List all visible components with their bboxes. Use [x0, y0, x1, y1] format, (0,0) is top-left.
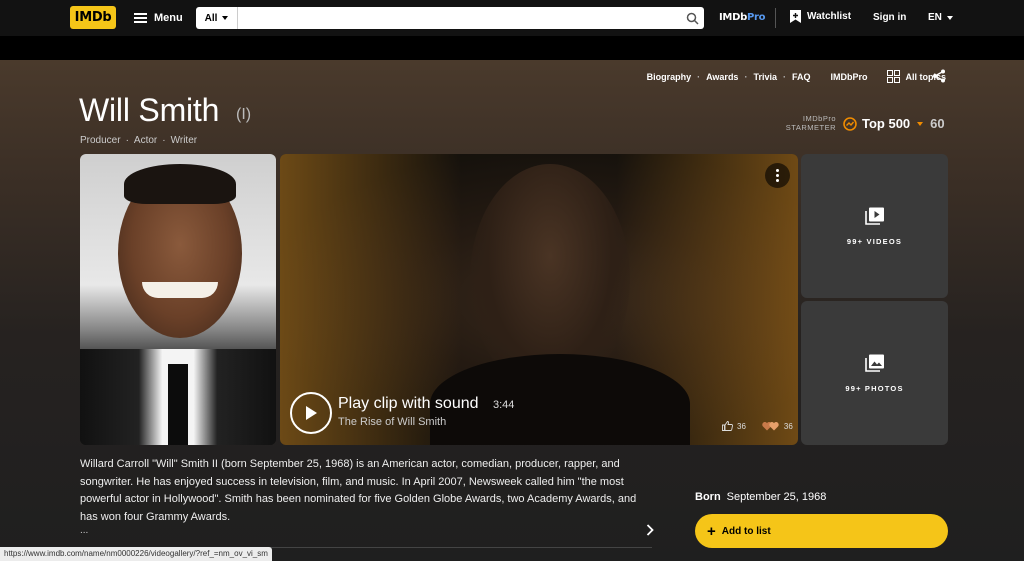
- role-item: Producer: [80, 135, 121, 146]
- chevron-right-icon[interactable]: [645, 523, 655, 537]
- add-to-list-button[interactable]: + Add to list: [695, 514, 948, 548]
- separator-dot: ·: [125, 135, 129, 146]
- watchlist-icon: [790, 10, 801, 23]
- name-disambiguator: (I): [236, 106, 252, 123]
- hearts-count: 36: [783, 421, 793, 431]
- video-duration: 3:44: [493, 399, 515, 411]
- imdbpro-a: IMDb: [719, 12, 747, 23]
- grid-icon: [887, 70, 901, 83]
- photo-library-icon: [864, 354, 884, 372]
- play-icon: [306, 406, 317, 420]
- photos-tile[interactable]: 99+ PHOTOS: [801, 301, 948, 445]
- videos-tile[interactable]: 99+ VIDEOS: [801, 154, 948, 298]
- top-navbar: IMDb Menu All IMDbPro Watchlist Sign in …: [0, 0, 1024, 36]
- video-reactions: 36 36: [722, 421, 793, 431]
- starmeter-value[interactable]: Top 500 60: [843, 116, 945, 131]
- bio-text[interactable]: Willard Carroll "Will" Smith II (born Se…: [80, 456, 650, 526]
- photos-tile-label: 99+ PHOTOS: [845, 383, 904, 393]
- starmeter-change: 60: [930, 116, 945, 131]
- starmeter-rank: Top 500: [862, 116, 911, 131]
- caret-down-icon: [946, 15, 953, 20]
- starmeter-label: IMDbPro STARMETER: [770, 114, 836, 132]
- sign-in-link[interactable]: Sign in: [873, 12, 906, 23]
- watchlist-button[interactable]: Watchlist: [790, 10, 851, 23]
- heart-reaction-icon[interactable]: [762, 421, 780, 431]
- rank-down-icon: [917, 121, 924, 126]
- share-icon[interactable]: [932, 69, 946, 83]
- roles-list: Producer · Actor · Writer: [80, 135, 197, 146]
- subnav-biography[interactable]: Biography: [647, 72, 692, 82]
- imdb-logo[interactable]: IMDb: [70, 6, 116, 29]
- role-item: Actor: [133, 135, 158, 146]
- bio-ellipsis: ...: [80, 525, 89, 536]
- separator-dot: ·: [697, 71, 701, 82]
- language-selector[interactable]: EN: [928, 12, 953, 23]
- born-date: September 25, 1968: [726, 491, 827, 503]
- browser-status-url: https://www.imdb.com/name/nm0000226/vide…: [0, 547, 272, 561]
- watchlist-label: Watchlist: [807, 11, 852, 22]
- hamburger-icon: [134, 13, 147, 23]
- section-subnav: Biography · Awards · Trivia · FAQ IMDbPr…: [647, 70, 946, 83]
- separator-dot: ·: [782, 71, 786, 82]
- imdbpro-b: Pro: [746, 12, 766, 23]
- search-bar: All: [196, 7, 704, 29]
- trending-icon: [843, 116, 857, 131]
- videos-tile-label: 99+ VIDEOS: [846, 236, 903, 246]
- add-to-list-label: Add to list: [721, 525, 771, 537]
- video-subtitle: The Rise of Will Smith: [338, 416, 447, 428]
- starmeter-label-line2: STARMETER: [785, 123, 836, 132]
- video-library-icon: [864, 207, 884, 225]
- primary-photo[interactable]: [80, 154, 276, 445]
- divider: [775, 8, 776, 28]
- role-item: Writer: [170, 135, 198, 146]
- subnav-imdbpro[interactable]: IMDbPro: [830, 72, 867, 82]
- caret-down-icon: [222, 16, 229, 20]
- plus-icon: +: [707, 522, 716, 540]
- born-label: Born: [695, 491, 721, 503]
- search-category-select[interactable]: All: [196, 7, 238, 29]
- subnav-awards[interactable]: Awards: [706, 72, 738, 82]
- menu-label: Menu: [154, 12, 183, 24]
- page-title: Will Smith: [79, 92, 220, 128]
- thumbs-up-icon[interactable]: [722, 421, 733, 431]
- subnav-trivia[interactable]: Trivia: [753, 72, 777, 82]
- search-input[interactable]: [238, 7, 680, 29]
- video-title[interactable]: Play clip with sound: [338, 395, 479, 413]
- starmeter-label-line1: IMDbPro: [802, 114, 836, 123]
- ad-band: [0, 36, 1024, 60]
- separator-dot: ·: [162, 135, 166, 146]
- menu-button[interactable]: Menu: [134, 8, 183, 28]
- likes-count: 36: [737, 421, 746, 431]
- more-options-button[interactable]: [765, 163, 790, 188]
- born-info: Born September 25, 1968: [695, 491, 826, 503]
- search-icon[interactable]: [680, 7, 704, 29]
- subnav-faq[interactable]: FAQ: [792, 72, 811, 82]
- separator-dot: ·: [744, 71, 748, 82]
- language-label: EN: [928, 12, 942, 23]
- imdbpro-link[interactable]: IMDbPro: [719, 12, 765, 23]
- play-button[interactable]: [290, 392, 332, 434]
- search-category-label: All: [204, 12, 218, 24]
